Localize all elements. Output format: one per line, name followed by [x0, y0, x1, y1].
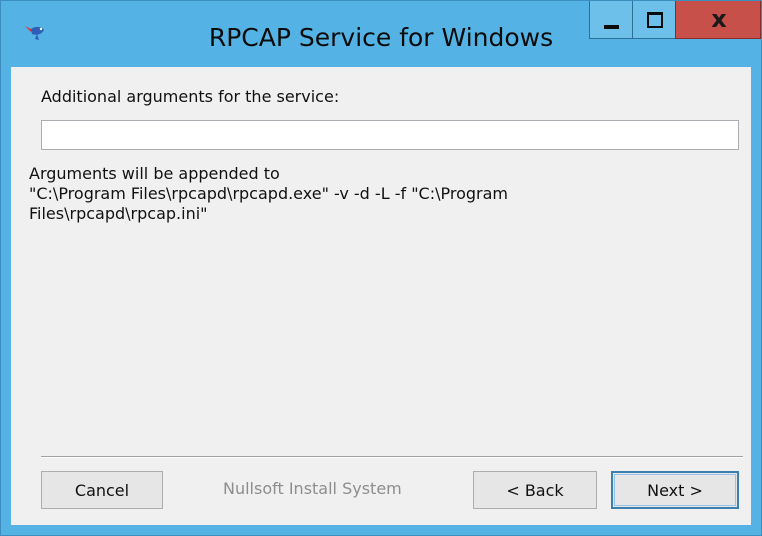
maximize-icon [647, 12, 663, 28]
title-bar[interactable]: RPCAP Service for Windows x [1, 1, 761, 67]
arguments-info-text: Arguments will be appended to "C:\Progra… [29, 164, 729, 224]
installer-window: RPCAP Service for Windows x Additional a… [0, 0, 762, 536]
info-line: "C:\Program Files\rpcapd\rpcapd.exe" -v … [29, 184, 509, 203]
minimize-button[interactable] [589, 1, 633, 39]
nsis-branding-text: Nullsoft Install System [223, 479, 402, 498]
footer-separator [41, 456, 743, 458]
arguments-label: Additional arguments for the service: [41, 87, 340, 106]
close-icon: x [711, 5, 727, 33]
dialog-client-area: Additional arguments for the service: Ar… [11, 67, 751, 525]
next-button-label: Next > [614, 474, 736, 506]
minimize-icon [604, 25, 619, 29]
info-line: Files\rpcapd\rpcap.ini" [29, 204, 208, 223]
cancel-button[interactable]: Cancel [41, 471, 163, 509]
maximize-button[interactable] [632, 1, 676, 39]
close-button[interactable]: x [675, 1, 761, 39]
back-button[interactable]: < Back [473, 471, 597, 509]
window-title: RPCAP Service for Windows [208, 23, 554, 52]
arguments-input[interactable] [41, 120, 739, 150]
next-button[interactable]: Next > [611, 471, 739, 509]
nsis-installer-icon [23, 23, 47, 43]
info-line: Arguments will be appended to [29, 164, 280, 183]
